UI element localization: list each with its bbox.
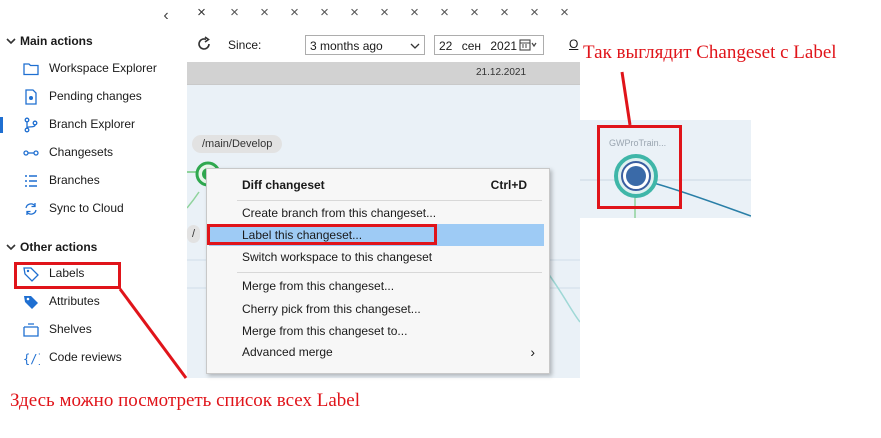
sidebar-item-attributes[interactable]: Attributes bbox=[0, 288, 186, 316]
svg-text:{/}: {/} bbox=[23, 352, 40, 366]
menu-separator bbox=[237, 200, 542, 201]
chevron-down-icon bbox=[6, 37, 20, 48]
attributes-icon bbox=[22, 293, 40, 311]
branch-label[interactable]: / bbox=[187, 225, 201, 243]
since-select-value: 3 months ago bbox=[310, 39, 383, 53]
top-right-annotation: Так выглядит Changeset с Label bbox=[583, 42, 837, 63]
menu-item-diff-changeset[interactable]: Diff changeset Ctrl+D bbox=[207, 174, 547, 196]
menu-item-merge-to[interactable]: Merge from this changeset to... bbox=[207, 320, 547, 342]
tab-close-button[interactable]: × bbox=[520, 0, 549, 28]
sidebar-item-label: Attributes bbox=[49, 294, 100, 308]
tab-close-button[interactable]: × bbox=[400, 0, 429, 28]
tab-close-button[interactable]: × bbox=[310, 0, 339, 28]
sidebar-item-branches[interactable]: Branches bbox=[0, 167, 186, 195]
code-review-icon: {/} bbox=[22, 349, 45, 367]
menu-highlight-box bbox=[207, 224, 437, 245]
menu-item-label: Diff changeset bbox=[242, 178, 325, 192]
date-day: 22 bbox=[439, 39, 453, 53]
sidebar-item-code-reviews[interactable]: {/} Code reviews bbox=[0, 344, 186, 372]
date-year: 2021 bbox=[490, 39, 518, 53]
sidebar-item-label: Changesets bbox=[49, 145, 114, 159]
main-actions-header[interactable]: Main actions bbox=[6, 34, 93, 48]
sidebar-item-sync-to-cloud[interactable]: Sync to Cloud bbox=[0, 195, 186, 223]
sidebar-item-pending-changes[interactable]: Pending changes bbox=[0, 83, 186, 111]
tab-close-button[interactable]: × bbox=[187, 0, 216, 30]
sidebar-item-label: Code reviews bbox=[49, 350, 122, 364]
tab-close-button[interactable]: × bbox=[370, 0, 399, 28]
date-month: сен bbox=[461, 39, 482, 53]
tab-close-button[interactable]: × bbox=[550, 0, 579, 28]
menu-item-label: Advanced merge bbox=[242, 345, 333, 359]
since-label: Since: bbox=[228, 38, 262, 52]
bottom-annotation: Здесь можно посмотреть список всех Label bbox=[10, 390, 360, 411]
sidebar-item-label: Pending changes bbox=[49, 89, 142, 103]
sync-icon bbox=[22, 200, 40, 218]
sidebar: ‹ Main actions Workspace Explorer Pendin… bbox=[0, 0, 187, 378]
tab-close-button[interactable]: × bbox=[280, 0, 309, 28]
calendar-icon[interactable] bbox=[519, 38, 537, 58]
tab-close-button[interactable]: × bbox=[220, 0, 249, 28]
other-actions-header[interactable]: Other actions bbox=[6, 240, 97, 254]
sidebar-item-label: Workspace Explorer bbox=[49, 61, 157, 75]
sidebar-item-shelves[interactable]: Shelves bbox=[0, 316, 186, 344]
tab-close-button[interactable]: × bbox=[460, 0, 489, 28]
pending-changes-icon bbox=[22, 88, 40, 106]
branch-label[interactable]: /main/Develop bbox=[192, 135, 283, 153]
menu-separator bbox=[237, 272, 542, 273]
menu-item-merge-from[interactable]: Merge from this changeset... bbox=[207, 275, 547, 297]
menu-item-create-branch[interactable]: Create branch from this changeset... bbox=[207, 202, 547, 224]
menu-item-label: Merge from this changeset... bbox=[242, 279, 395, 293]
tab-close-button[interactable]: × bbox=[250, 0, 279, 28]
tab-close-button[interactable]: × bbox=[490, 0, 519, 28]
since-select[interactable]: 3 months ago bbox=[305, 35, 425, 55]
menu-item-cherry-pick[interactable]: Cherry pick from this changeset... bbox=[207, 298, 547, 320]
main-actions-label: Main actions bbox=[20, 34, 93, 48]
sidebar-item-changesets[interactable]: Changesets bbox=[0, 139, 186, 167]
label-node-highlight-box bbox=[597, 125, 682, 209]
menu-item-label: Cherry pick from this changeset... bbox=[242, 302, 421, 316]
tab-close-button[interactable]: × bbox=[340, 0, 369, 28]
branches-list-icon bbox=[22, 172, 40, 190]
sidebar-item-label: Sync to Cloud bbox=[49, 201, 124, 215]
folder-icon bbox=[22, 60, 40, 78]
date-picker[interactable]: 22 сен 2021 bbox=[434, 35, 544, 55]
collapse-sidebar-button[interactable]: ‹ bbox=[158, 6, 174, 26]
sidebar-item-label: Branches bbox=[49, 173, 100, 187]
sidebar-item-branch-explorer[interactable]: Branch Explorer bbox=[0, 111, 186, 139]
sidebar-item-workspace-explorer[interactable]: Workspace Explorer bbox=[0, 55, 186, 83]
chevron-down-icon bbox=[6, 243, 20, 254]
tab-close-button[interactable]: × bbox=[430, 0, 459, 28]
branch-explorer-icon bbox=[22, 116, 40, 134]
menu-item-label: Switch workspace to this changeset bbox=[242, 250, 433, 264]
menu-item-label: Create branch from this changeset... bbox=[242, 206, 437, 220]
other-actions-label: Other actions bbox=[20, 240, 98, 254]
sidebar-item-label: Branch Explorer bbox=[49, 117, 136, 131]
labels-highlight-box bbox=[14, 262, 121, 289]
refresh-icon[interactable] bbox=[195, 35, 213, 53]
menu-item-label: Merge from this changeset to... bbox=[242, 324, 408, 338]
menu-item-advanced-merge[interactable]: Advanced merge › bbox=[207, 341, 547, 363]
options-link[interactable]: O bbox=[569, 37, 578, 51]
context-menu: Diff changeset Ctrl+D Create branch from… bbox=[206, 168, 550, 374]
chevron-down-icon bbox=[410, 36, 420, 56]
changesets-icon bbox=[22, 144, 40, 162]
menu-item-switch-workspace[interactable]: Switch workspace to this changeset bbox=[207, 246, 547, 268]
shelves-icon bbox=[22, 321, 40, 339]
sidebar-item-label: Shelves bbox=[49, 322, 92, 336]
submenu-arrow-icon: › bbox=[530, 344, 535, 360]
menu-item-shortcut: Ctrl+D bbox=[490, 178, 527, 192]
toolbar: Since: 3 months ago 22 сен 2021 O bbox=[187, 28, 580, 62]
tab-bar: × × × × × × × × × × × × × bbox=[187, 0, 580, 30]
